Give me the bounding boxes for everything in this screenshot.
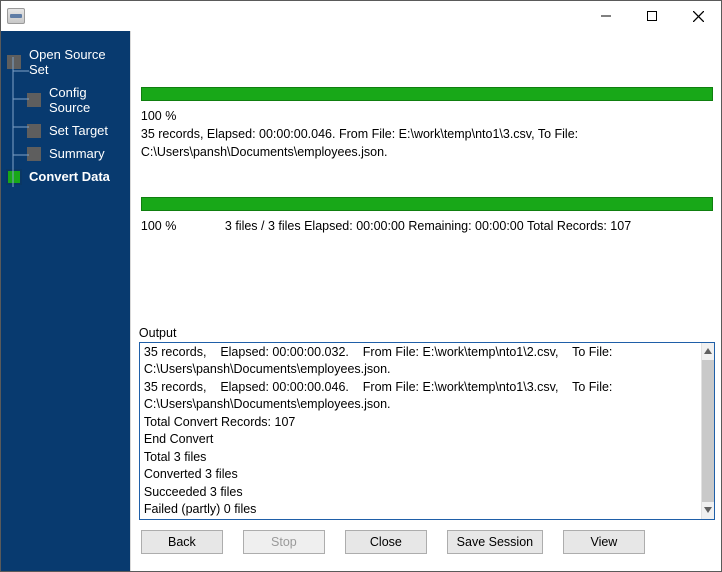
back-button[interactable]: Back [141, 530, 223, 554]
sidebar-item-label: Set Target [49, 123, 108, 138]
view-button[interactable]: View [563, 530, 645, 554]
step-box-icon [27, 147, 41, 161]
app-icon [7, 8, 25, 24]
scroll-down-icon[interactable] [702, 502, 714, 519]
app-window: Open Source Set Config Source Set Target… [0, 0, 722, 572]
tree-connector [11, 57, 29, 207]
main-panel: 100 % 35 records, Elapsed: 00:00:00.046.… [130, 31, 721, 571]
wizard-sidebar: Open Source Set Config Source Set Target… [1, 31, 130, 571]
save-session-button[interactable]: Save Session [447, 530, 543, 554]
file-progress-status: 100 % 35 records, Elapsed: 00:00:00.046.… [141, 101, 713, 161]
total-progress-details: 3 files / 3 files Elapsed: 00:00:00 Rema… [225, 217, 713, 235]
output-label: Output [139, 326, 715, 340]
scroll-up-icon[interactable] [702, 343, 714, 360]
sidebar-item-label: Open Source Set [29, 47, 124, 77]
output-scrollbar[interactable] [701, 343, 714, 519]
maximize-button[interactable] [629, 1, 675, 31]
total-progress-percent: 100 % [141, 217, 221, 235]
close-button[interactable]: Close [345, 530, 427, 554]
sidebar-item-label: Config Source [49, 85, 124, 115]
output-text: 35 records, Elapsed: 00:00:00.032. From … [144, 345, 616, 517]
stop-button: Stop [243, 530, 325, 554]
step-box-icon [27, 124, 41, 138]
scroll-thumb[interactable] [702, 360, 714, 502]
total-progress-bar [141, 197, 713, 211]
file-progress-bar [141, 87, 713, 101]
total-progress-status: 100 % 3 files / 3 files Elapsed: 00:00:0… [141, 211, 713, 235]
sidebar-item-label: Summary [49, 146, 105, 161]
file-progress-details: 35 records, Elapsed: 00:00:00.046. From … [141, 125, 713, 161]
step-box-icon [27, 93, 41, 107]
title-bar [1, 1, 721, 31]
close-window-button[interactable] [675, 1, 721, 31]
output-log[interactable]: 35 records, Elapsed: 00:00:00.032. From … [139, 342, 715, 520]
file-progress-percent: 100 % [141, 107, 221, 125]
sidebar-item-label: Convert Data [29, 169, 110, 184]
window-controls [583, 1, 721, 31]
minimize-button[interactable] [583, 1, 629, 31]
wizard-button-row: Back Stop Close Save Session View [139, 530, 715, 554]
